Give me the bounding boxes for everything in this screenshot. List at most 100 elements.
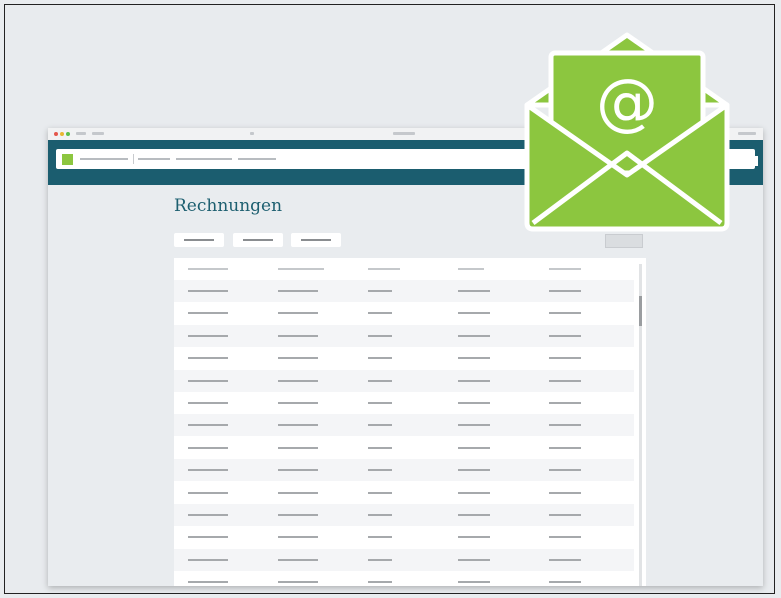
table-cell	[188, 424, 228, 427]
nav-item-2[interactable]	[176, 158, 232, 160]
table-row[interactable]	[174, 347, 634, 369]
table-cell	[368, 312, 392, 315]
table-cell	[368, 491, 392, 494]
table-cell	[368, 402, 392, 404]
column-header[interactable]	[278, 268, 324, 270]
table-cell	[278, 469, 318, 472]
table-row[interactable]	[174, 369, 634, 392]
envelope-graphic: @	[524, 32, 730, 232]
table-cell	[549, 402, 581, 404]
table-row[interactable]	[174, 548, 634, 571]
action-button[interactable]	[605, 234, 643, 248]
nav-item-1[interactable]	[138, 158, 170, 160]
table-row[interactable]	[174, 459, 634, 482]
table-cell	[549, 446, 581, 449]
table-cell	[368, 379, 392, 382]
table-cell	[278, 312, 318, 315]
table-cell	[278, 558, 318, 561]
table-cell	[549, 469, 581, 472]
table-cell	[549, 514, 581, 516]
minimize-dot-icon[interactable]	[60, 132, 64, 136]
table-cell	[278, 536, 318, 539]
table-row[interactable]	[174, 392, 634, 414]
table-cell	[549, 357, 581, 360]
table-cell	[458, 446, 490, 449]
scrollbar-thumb[interactable]	[639, 296, 642, 326]
table-cell	[188, 491, 228, 494]
table-cell	[458, 312, 490, 315]
table-cell	[458, 491, 490, 494]
table-row[interactable]	[174, 526, 634, 548]
table-row[interactable]	[174, 280, 634, 302]
table-cell	[188, 536, 228, 539]
filter-button-label	[184, 239, 214, 241]
table-cell	[278, 334, 318, 337]
table-cell	[188, 290, 228, 292]
filter-button-label	[301, 239, 331, 241]
maximize-dot-icon[interactable]	[66, 132, 70, 136]
table-cell	[458, 402, 490, 404]
column-header[interactable]	[188, 268, 228, 270]
filter-button-2[interactable]	[233, 233, 283, 247]
table-row[interactable]	[174, 437, 634, 459]
table-cell	[458, 379, 490, 382]
window-actions-icon[interactable]	[738, 132, 756, 135]
table-cell	[549, 536, 581, 539]
shield-icon	[250, 132, 254, 135]
table-cell	[458, 514, 490, 516]
nav-right-button[interactable]	[730, 156, 758, 166]
app-logo[interactable]	[62, 154, 73, 165]
table-cell	[188, 312, 228, 315]
table-cell	[188, 379, 228, 382]
close-dot-icon[interactable]	[54, 132, 58, 136]
nav-divider	[133, 154, 134, 164]
column-header[interactable]	[549, 268, 581, 270]
table-row[interactable]	[174, 324, 634, 347]
filter-button-3[interactable]	[291, 233, 341, 247]
table-cell	[368, 536, 392, 539]
table-cell	[188, 469, 228, 472]
column-header[interactable]	[368, 268, 400, 270]
table-cell	[549, 491, 581, 494]
sidebar-toggle-icon[interactable]	[76, 132, 86, 135]
table-cell	[278, 581, 318, 584]
address-bar[interactable]	[393, 132, 415, 135]
table-cell	[458, 357, 490, 360]
table-cell	[188, 446, 228, 449]
screenshot-frame: Rechnungen @	[4, 4, 775, 594]
table-row[interactable]	[174, 504, 634, 526]
table-cell	[549, 581, 581, 584]
table-cell	[188, 558, 228, 561]
table-cell	[368, 446, 392, 449]
nav-item-3[interactable]	[238, 158, 276, 160]
filter-button-1[interactable]	[174, 233, 224, 247]
table-cell	[458, 558, 490, 561]
table-row[interactable]	[174, 571, 634, 586]
column-header[interactable]	[458, 268, 484, 270]
table-cell	[278, 424, 318, 427]
table-cell	[368, 334, 392, 337]
table-header-row	[174, 258, 634, 280]
filter-button-label	[243, 239, 273, 241]
nav-arrows-icon[interactable]	[92, 132, 104, 135]
table-cell	[458, 469, 490, 472]
table-row[interactable]	[174, 482, 634, 504]
at-symbol: @	[596, 65, 658, 138]
table-cell	[368, 581, 392, 584]
table-cell	[368, 514, 392, 516]
table-row[interactable]	[174, 302, 634, 324]
table-cell	[458, 334, 490, 337]
table-cell	[188, 357, 228, 360]
table-cell	[278, 290, 318, 292]
table-cell	[458, 536, 490, 539]
table-row[interactable]	[174, 414, 634, 437]
table-cell	[368, 290, 392, 292]
table-cell	[278, 379, 318, 382]
table-cell	[549, 558, 581, 561]
invoice-table	[174, 258, 646, 586]
nav-item-home[interactable]	[80, 158, 128, 160]
table-cell	[549, 312, 581, 315]
table-cell	[458, 581, 490, 584]
table-cell	[188, 581, 228, 584]
table-cell	[188, 514, 228, 516]
